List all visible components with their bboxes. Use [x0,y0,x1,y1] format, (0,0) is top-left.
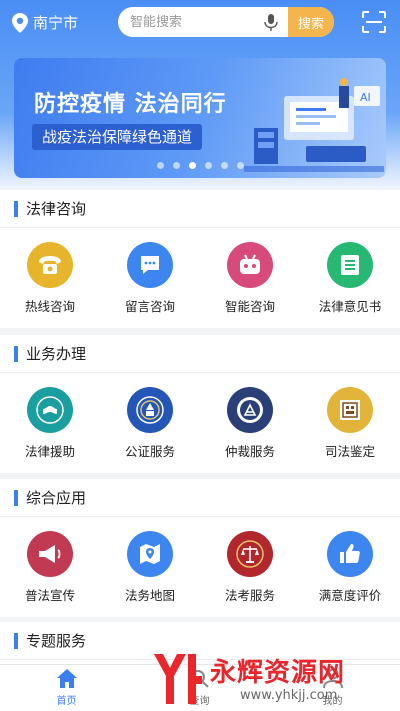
banner-dot-active[interactable] [188,162,196,169]
watermark-logo-icon [154,654,202,704]
section-header: 业务办理 [0,335,400,373]
legal-opinion-entry[interactable]: 法律意见书 [300,228,400,328]
law-promotion-entry[interactable]: 普法宣传 [0,517,100,617]
arbitration-service-entry[interactable]: 仲裁服务 [200,373,300,473]
banner-title: 防控疫情 法治同行 [34,92,227,117]
promo-banner[interactable]: 防控疫情 法治同行 战疫法治保障绿色通道 AI [14,58,386,178]
top-bar: 南宁市 搜索 [0,0,400,44]
law-exam-service-entry[interactable]: 法考服务 [200,517,300,617]
judicial-appraisal-entry[interactable]: 司法鉴定 [300,373,400,473]
satisfaction-rating-entry[interactable]: 满意度评价 [300,517,400,617]
banner-illustration: AI [244,78,384,172]
hotline-consult-entry[interactable]: 热线咨询 [0,228,100,328]
robot-icon [227,242,273,288]
legal-aid-emblem-icon [27,387,73,433]
entry-label: 普法宣传 [24,588,75,603]
location-pin-icon [12,12,28,33]
scan-icon[interactable] [362,11,386,33]
document-icon [327,242,373,288]
banner-dot[interactable] [172,162,180,169]
entry-label: 仲裁服务 [224,444,275,459]
watermark-brand: 永辉资源网 [210,658,346,688]
entry-label: 智能咨询 [224,299,275,314]
entry-label: 法律援助 [24,444,75,459]
tab-home[interactable]: 首页 [0,665,133,711]
section-business-handling: 业务办理 法律援助 公证服务 仲裁服务 司法鉴定 [0,335,400,473]
section-title: 综合应用 [26,489,87,507]
message-consult-entry[interactable]: 留言咨询 [100,228,200,328]
message-icon [127,242,173,288]
entry-label: 公证服务 [124,444,175,459]
section-accent-bar [14,632,18,649]
legal-map-entry[interactable]: 法务地图 [100,517,200,617]
section-accent-bar [14,489,18,506]
arbitration-emblem-icon [227,387,273,433]
megaphone-icon [27,531,73,577]
microphone-icon[interactable] [264,14,278,31]
svg-text:AI: AI [360,91,371,104]
section-title: 专题服务 [26,632,87,650]
seal-stamp-icon [327,387,373,433]
banner-dot[interactable] [204,162,212,169]
phone-icon [27,242,73,288]
section-header: 法律咨询 [0,190,400,228]
entry-label: 留言咨询 [124,299,175,314]
search-bar: 搜索 [118,7,334,37]
banner-subtitle: 战疫法治保障绿色通道 [32,124,203,150]
search-input[interactable] [118,7,288,37]
city-name: 南宁市 [33,14,79,32]
section-accent-bar [14,345,18,362]
section-title: 法律咨询 [26,200,87,218]
location-selector[interactable]: 南宁市 [12,12,78,33]
section-header: 综合应用 [0,479,400,517]
section-comprehensive-apps: 综合应用 普法宣传 法务地图 法考服务 满意度评价 [0,479,400,617]
entry-label: 热线咨询 [24,299,75,314]
home-icon [56,669,77,688]
scales-emblem-icon [227,531,273,577]
entry-label: 法务地图 [124,588,175,603]
entry-label: 法律意见书 [318,299,382,314]
notary-service-entry[interactable]: 公证服务 [100,373,200,473]
tab-label: 首页 [56,696,77,707]
section-accent-bar [14,200,18,217]
banner-dot[interactable] [236,162,244,169]
map-icon [127,531,173,577]
watermark-url: www.yhkjj.com [240,688,338,703]
legal-aid-entry[interactable]: 法律援助 [0,373,100,473]
banner-dot[interactable] [156,162,164,169]
notary-emblem-icon [127,387,173,433]
section-title: 业务办理 [26,345,87,363]
section-legal-consultation: 法律咨询 热线咨询 留言咨询 智能咨询 法律意见书 [0,190,400,328]
banner-pagination [14,162,386,169]
entry-label: 法考服务 [224,588,275,603]
search-button[interactable]: 搜索 [288,7,334,37]
entry-label: 司法鉴定 [324,444,375,459]
smart-consult-entry[interactable]: 智能咨询 [200,228,300,328]
watermark: 永辉资源网 www.yhkjj.com [150,650,390,710]
thumbs-up-icon [327,531,373,577]
entry-label: 满意度评价 [318,588,382,603]
banner-dot[interactable] [220,162,228,169]
